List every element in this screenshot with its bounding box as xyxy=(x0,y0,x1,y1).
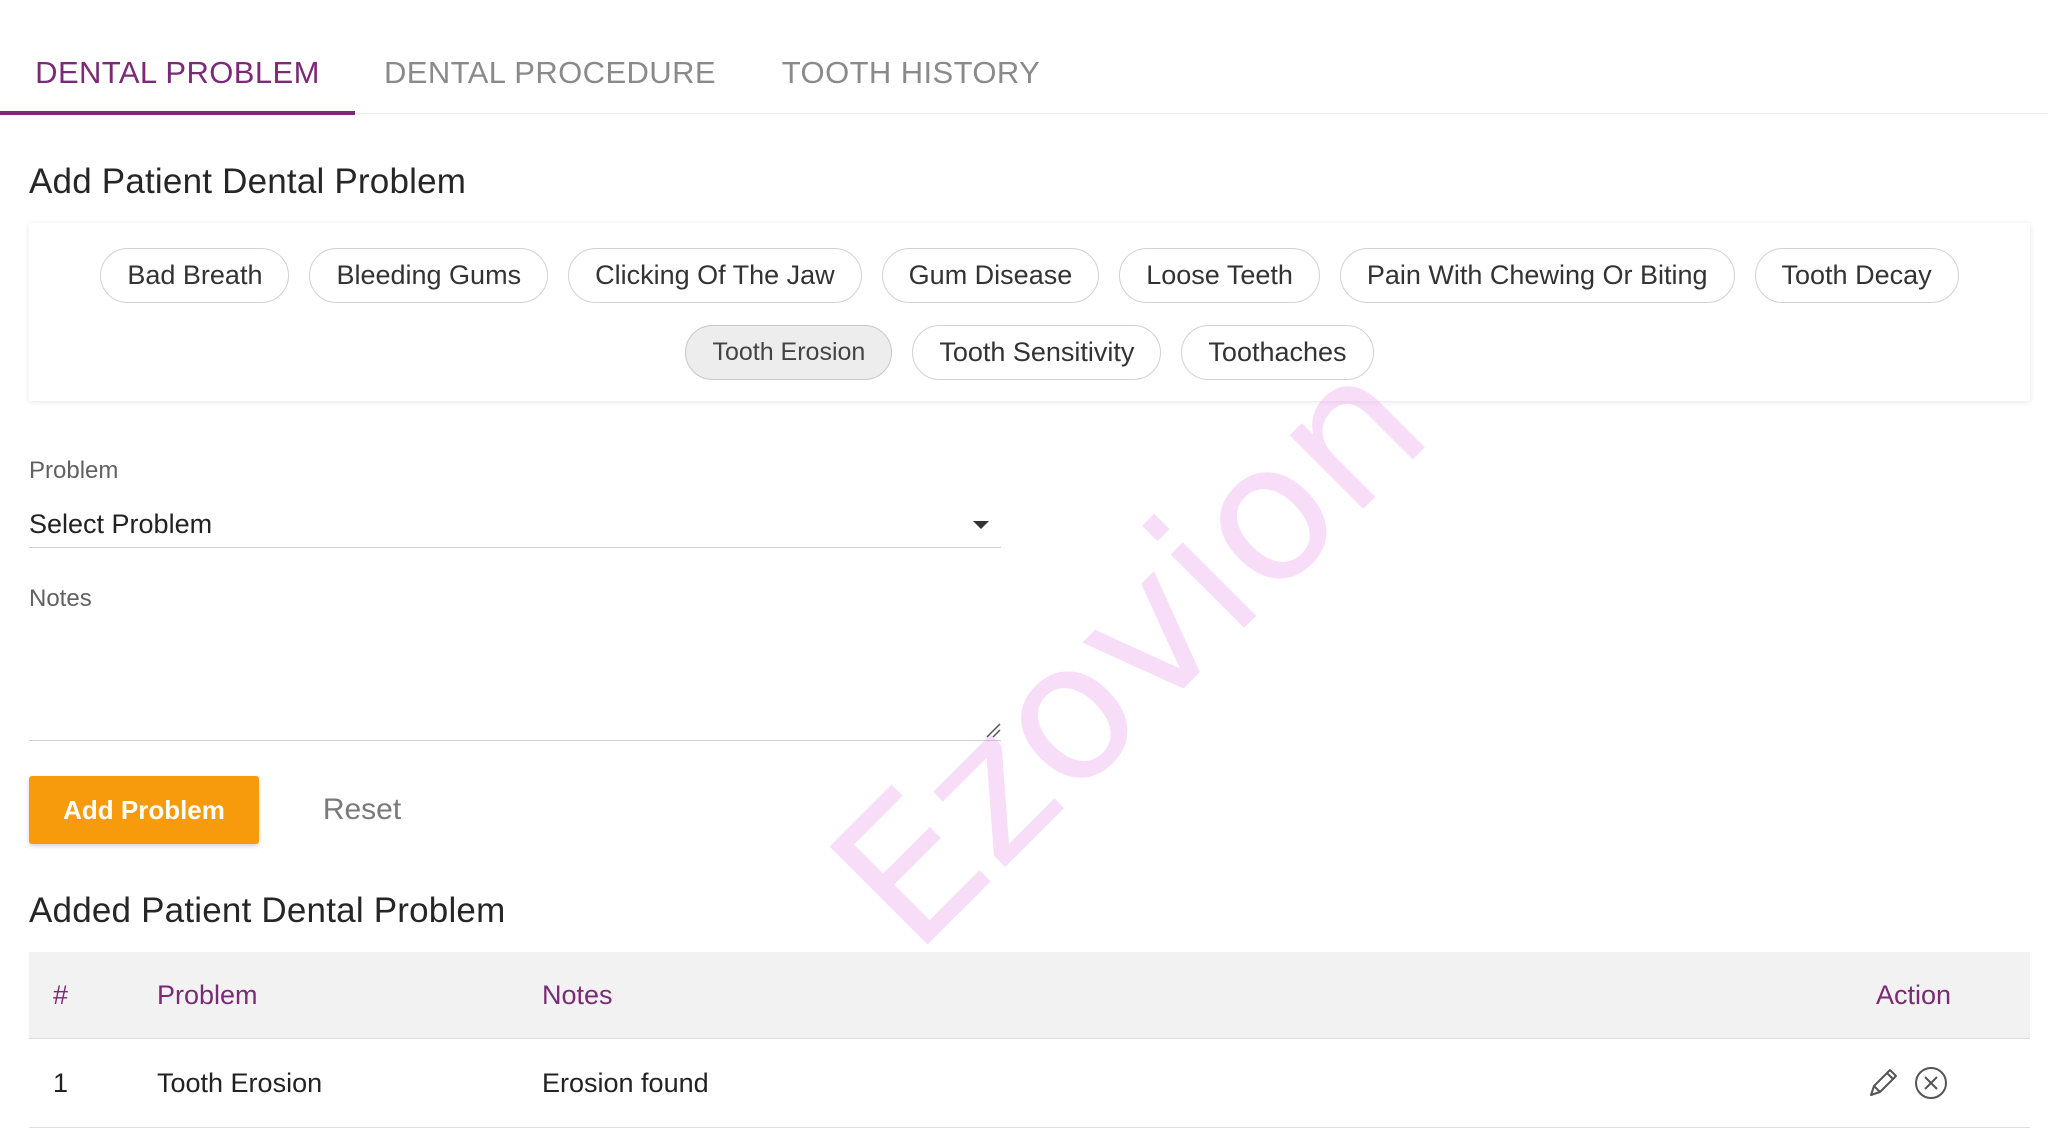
notes-textarea[interactable] xyxy=(29,620,1001,741)
chip-toothaches[interactable]: Toothaches xyxy=(1181,325,1374,380)
close-circle-icon[interactable] xyxy=(1913,1065,1949,1101)
chip-clicking-of-the-jaw[interactable]: Clicking Of The Jaw xyxy=(568,248,862,303)
chip-loose-teeth[interactable]: Loose Teeth xyxy=(1119,248,1320,303)
chip-pain-with-chewing[interactable]: Pain With Chewing Or Biting xyxy=(1339,248,1735,303)
add-section-title: Add Patient Dental Problem xyxy=(29,162,467,201)
reset-button[interactable]: Reset xyxy=(300,776,424,844)
tab-bar: DENTAL PROBLEM DENTAL PROCEDURE TOOTH HI… xyxy=(0,0,2048,115)
caret-down-icon xyxy=(973,521,989,529)
problems-table: # Problem Notes Action 1 Tooth Erosion E… xyxy=(29,952,2030,1128)
row-problem: Tooth Erosion xyxy=(157,1068,323,1098)
header-num: # xyxy=(53,980,69,1010)
notes-label: Notes xyxy=(29,585,92,612)
header-action: Action xyxy=(1876,980,1952,1010)
row-num: 1 xyxy=(53,1068,69,1098)
add-problem-button[interactable]: Add Problem xyxy=(29,776,259,844)
pencil-icon[interactable] xyxy=(1865,1065,1901,1101)
chip-row-1: Bad Breath Bleeding Gums Clicking Of The… xyxy=(29,248,2030,303)
problem-select[interactable]: Select Problem xyxy=(29,505,1001,548)
header-notes: Notes xyxy=(542,980,613,1010)
chip-row-2: Tooth Erosion Tooth Sensitivity Toothach… xyxy=(29,325,2030,380)
row-notes: Erosion found xyxy=(542,1068,709,1098)
tab-dental-procedure[interactable]: DENTAL PROCEDURE xyxy=(380,0,720,114)
chip-bleeding-gums[interactable]: Bleeding Gums xyxy=(309,248,549,303)
header-problem: Problem xyxy=(157,980,258,1010)
chip-bad-breath[interactable]: Bad Breath xyxy=(100,248,290,303)
added-section-title: Added Patient Dental Problem xyxy=(29,891,506,930)
chip-tooth-erosion[interactable]: Tooth Erosion xyxy=(685,325,893,380)
chip-tooth-decay[interactable]: Tooth Decay xyxy=(1754,248,1959,303)
table-header: # Problem Notes Action xyxy=(29,952,2030,1039)
problem-label: Problem xyxy=(29,457,119,484)
active-tab-indicator xyxy=(0,111,355,115)
problem-select-value: Select Problem xyxy=(29,509,213,539)
tab-dental-problem[interactable]: DENTAL PROBLEM xyxy=(0,0,355,114)
tab-tooth-history[interactable]: TOOTH HISTORY xyxy=(770,0,1052,114)
problem-chip-card: Bad Breath Bleeding Gums Clicking Of The… xyxy=(29,223,2030,401)
chip-tooth-sensitivity[interactable]: Tooth Sensitivity xyxy=(912,325,1162,380)
chip-gum-disease[interactable]: Gum Disease xyxy=(881,248,1100,303)
table-row: 1 Tooth Erosion Erosion found xyxy=(29,1039,2030,1128)
resize-handle-icon[interactable] xyxy=(983,720,1001,738)
